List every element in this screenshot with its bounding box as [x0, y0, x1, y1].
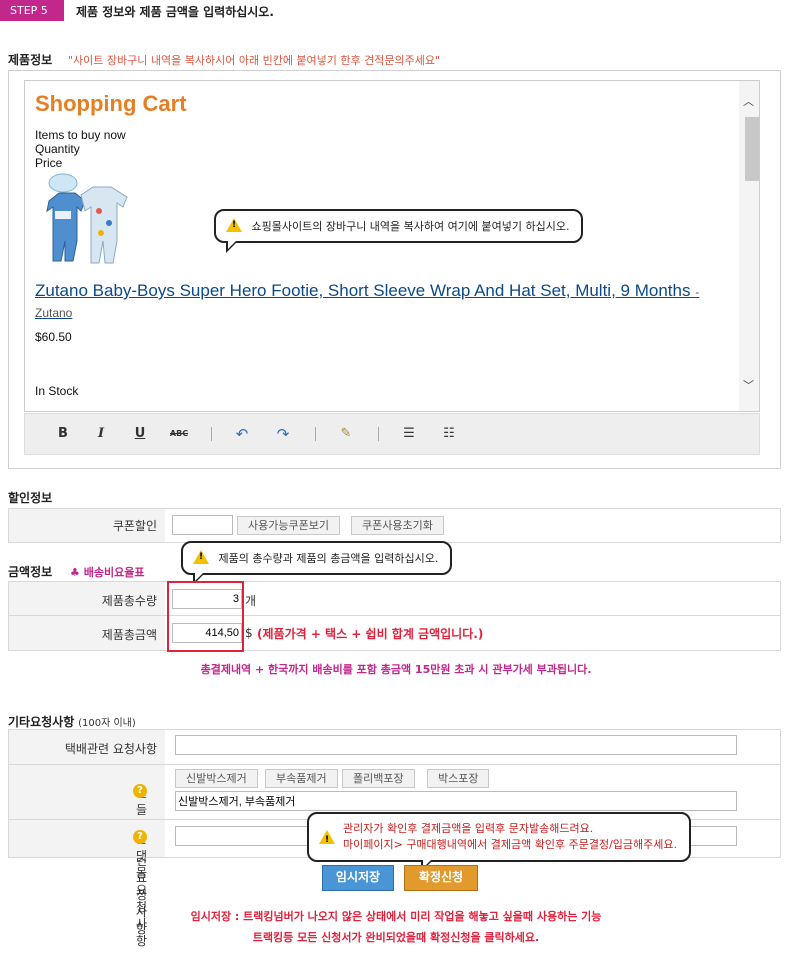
help-icon[interactable]: ? [133, 784, 147, 798]
view-coupons-button[interactable]: 사용가능쿠폰보기 [237, 516, 340, 535]
footer-line2: 트랙킹등 모든 신청서가 완비되었을때 확정신청을 클릭하세요. [252, 931, 540, 944]
total-label: 제품총금액 [101, 628, 157, 642]
product-link[interactable]: Zutano Baby-Boys Super Hero Footie, Shor… [35, 281, 725, 323]
editor-toolbar: B I U ABC ↶ ↷ ✎ ☰ ☷ [24, 413, 760, 455]
cart-title: Shopping Cart [35, 91, 187, 116]
quantity-row: 제품총수량 개 [8, 581, 781, 617]
coupon-label-cell: 쿠폰할인 [9, 509, 165, 542]
quantity-label: 제품총수량 [101, 594, 157, 608]
product-name[interactable]: Zutano Baby-Boys Super Hero Footie, Shor… [35, 281, 690, 300]
toolbar-divider [378, 427, 379, 441]
footer-line1: 임시저장 : 트랙킹넘버가 나오지 않은 상태에서 미리 작업을 해놓고 싶을때… [190, 910, 602, 923]
step-badge: STEP 5 [0, 0, 64, 21]
reset-coupon-button[interactable]: 쿠폰사용초기화 [351, 516, 444, 535]
scroll-thumb[interactable] [745, 117, 759, 181]
request-section-subtitle: (100자 이내) [78, 718, 136, 729]
product-image [46, 173, 128, 264]
clear-format-icon[interactable]: ✎ [334, 424, 358, 444]
admin-tooltip-line2: 마이페이지> 구매대행내역에서 결제금액 확인후 주문결정/입금해주세요. [343, 838, 678, 851]
coupon-input[interactable] [172, 515, 233, 535]
bold-button[interactable]: B [51, 424, 75, 444]
club-icon: ♣ [70, 566, 80, 579]
warning-icon: ! [319, 830, 335, 845]
warning-icon: ! [193, 550, 209, 564]
delivery-request-label: 택배관련 요청사항 [64, 742, 157, 756]
numbered-list-icon[interactable]: ☷ [437, 424, 461, 444]
handling-label-cell: 핸들링관련요청사항 ? [9, 765, 165, 936]
remove-shoebox-button[interactable]: 신발박스제거 [175, 769, 258, 788]
amount-tooltip-text: 제품의 총수량과 제품의 총금액을 입력하십시오. [218, 552, 439, 565]
rich-text-editor[interactable]: Shopping Cart Items to buy now Quantity … [24, 80, 760, 412]
coupon-label: 쿠폰할인 [112, 519, 157, 533]
total-unit: $ [245, 626, 253, 640]
scroll-down-icon[interactable]: ﹀ [743, 377, 754, 393]
product-section-title: 제품정보 [8, 53, 53, 67]
toolbar-divider [211, 427, 212, 441]
discount-section-title: 할인정보 [8, 491, 53, 505]
total-label-cell: 제품총금액 [9, 616, 165, 650]
editor-scrollbar[interactable]: ︿ ﹀ [739, 81, 759, 411]
cart-line-price: Price [35, 156, 63, 170]
scroll-up-icon[interactable]: ︿ [743, 93, 754, 109]
amount-section-header: 금액정보 ♣ 배송비요율표 [8, 563, 144, 580]
italic-button[interactable]: I [89, 424, 113, 444]
editor-tooltip-text: 쇼핑몰사이트의 장바구니 내역을 복사하여 여기에 붙여넣기 하십시오. [251, 220, 570, 233]
customs-note: 총결제내역 + 한국까지 배송비를 포함 총금액 15만원 초과 시 관부가세 … [200, 663, 592, 676]
shipping-rate-link[interactable]: ♣ 배송비요율표 [70, 566, 144, 579]
delivery-request-input[interactable] [175, 735, 737, 755]
confirm-request-button[interactable]: 확정신청 [404, 865, 478, 891]
product-price: $60.50 [35, 330, 72, 344]
amount-section-title: 금액정보 [8, 565, 53, 579]
shipping-rate-link-label[interactable]: 배송비요율표 [84, 566, 145, 579]
remove-accessories-button[interactable]: 부속품제거 [265, 769, 338, 788]
delivery-request-row: 택배관련 요청사항 [8, 729, 781, 766]
redo-icon[interactable]: ↷ [271, 424, 295, 444]
polybag-button[interactable]: 폴리백포장 [342, 769, 415, 788]
total-note: (제품가격 + 택스 + 쉽비 합계 금액입니다.) [257, 627, 484, 641]
editor-tooltip: ! 쇼핑몰사이트의 장바구니 내역을 복사하여 여기에 붙여넣기 하십시오. [214, 209, 584, 253]
warning-icon: ! [226, 218, 242, 232]
strikethrough-button[interactable]: ABC [167, 424, 191, 444]
quantity-unit: 개 [245, 594, 257, 608]
amount-tooltip: ! 제품의 총수량과 제품의 총금액을 입력하십시오. [181, 541, 453, 585]
coupon-row: 쿠폰할인 사용가능쿠폰보기 쿠폰사용초기화 [8, 508, 781, 543]
delivery-label-cell: 택배관련 요청사항 [9, 730, 165, 765]
undo-icon[interactable]: ↶ [230, 424, 254, 444]
mall-label-cell: 몰댓몰 요청사항 ? [9, 820, 165, 948]
underline-button[interactable]: U [128, 424, 152, 444]
highlight-box [167, 581, 244, 652]
stock-status: In Stock [35, 384, 79, 398]
product-section-note: "사이트 장바구니 내역을 복사하시어 아래 빈칸에 붙여넣기 한후 견적문의주… [68, 54, 441, 67]
box-packing-button[interactable]: 박스포장 [427, 769, 490, 788]
admin-tooltip-line1: 관리자가 확인후 결제금액을 입력후 문자발송해드려요. [343, 822, 594, 835]
save-draft-button[interactable]: 임시저장 [322, 865, 394, 891]
cart-line-quantity: Quantity [35, 142, 80, 156]
help-icon[interactable]: ? [133, 830, 147, 844]
cart-line-items: Items to buy now [35, 128, 126, 142]
admin-tooltip: ! 관리자가 확인후 결제금액을 입력후 문자발송해드려요. 마이페이지> 구매… [307, 812, 692, 872]
quantity-label-cell: 제품총수량 [9, 582, 165, 616]
page-title: 제품 정보와 제품 금액을 입력하십시오. [76, 5, 274, 19]
request-section-header: 기타요청사항 (100자 이내) [8, 713, 136, 730]
toolbar-divider [315, 427, 316, 441]
request-section-title: 기타요청사항 [8, 715, 75, 729]
bullet-list-icon[interactable]: ☰ [397, 424, 421, 444]
handling-request-input[interactable] [175, 791, 737, 811]
total-row: 제품총금액 $ (제품가격 + 택스 + 쉽비 합계 금액입니다.) [8, 615, 781, 651]
product-section-header: 제품정보 "사이트 장바구니 내역을 복사하시어 아래 빈칸에 붙여넣기 한후 … [8, 51, 440, 68]
